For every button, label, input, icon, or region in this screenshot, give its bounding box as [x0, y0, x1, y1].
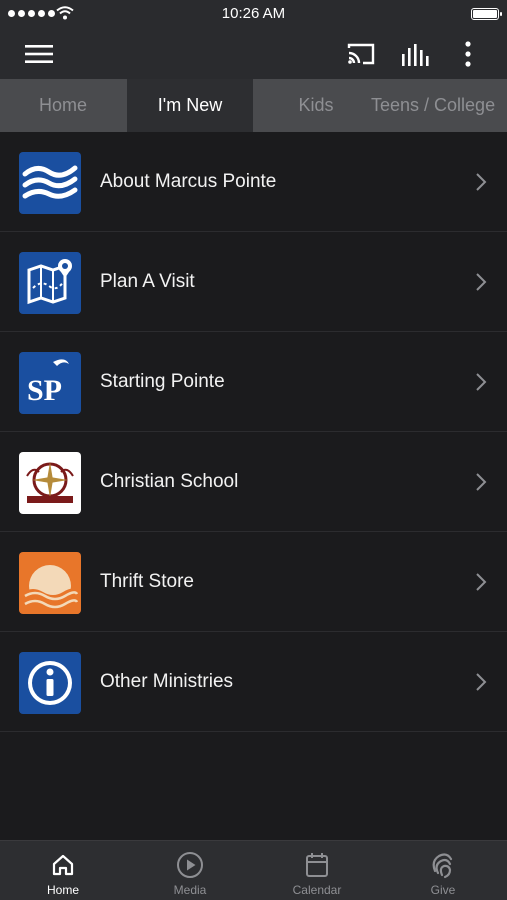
sp-logo-icon: SP — [19, 352, 81, 414]
tab-bar: Home I'm New Kids Teens / College — [0, 79, 507, 132]
give-icon — [432, 853, 453, 879]
chevron-right-icon — [476, 373, 487, 391]
list-item-thrift-store[interactable]: Thrift Store — [0, 532, 507, 632]
list-item-label: Thrift Store — [100, 571, 194, 592]
equalizer-bars-icon — [402, 43, 429, 66]
calendar-icon — [306, 853, 328, 877]
tab-home[interactable]: Home — [0, 79, 126, 132]
app-bar — [0, 28, 507, 79]
play-circle-icon — [177, 852, 203, 878]
hamburger-menu-button[interactable] — [18, 28, 60, 79]
list-item-christian-school[interactable]: Christian School — [0, 432, 507, 532]
chevron-right-icon — [476, 673, 487, 691]
list-item-other-ministries[interactable]: Other Ministries — [0, 632, 507, 732]
more-options-button[interactable] — [452, 28, 484, 79]
nav-label: Home — [46, 883, 79, 897]
school-crest-icon — [19, 452, 81, 514]
svg-text:SP: SP — [27, 374, 62, 407]
nav-calendar[interactable]: Calendar — [254, 841, 380, 900]
map-pin-icon — [19, 252, 81, 314]
list-item-starting-pointe[interactable]: SP Starting Pointe — [0, 332, 507, 432]
bottom-navigation: Home Media Calendar Give — [0, 840, 507, 900]
nav-give[interactable]: Give — [380, 841, 506, 900]
nav-label: Calendar — [292, 883, 342, 897]
list-item-label: Plan A Visit — [100, 271, 195, 292]
sunset-waves-icon — [19, 552, 81, 614]
list-item-label: Christian School — [100, 471, 239, 492]
tab-im-new[interactable]: I'm New — [127, 79, 253, 132]
status-bar: 10:26 AM — [0, 0, 507, 28]
list-item-label: Other Ministries — [100, 671, 234, 692]
audio-bars-button[interactable] — [395, 28, 437, 79]
chevron-right-icon — [476, 473, 487, 491]
nav-label: Give — [430, 883, 456, 897]
info-icon — [19, 652, 81, 714]
cast-icon — [347, 43, 375, 64]
status-time: 10:26 AM — [221, 5, 286, 22]
cast-button[interactable] — [340, 28, 382, 79]
nav-home[interactable]: Home — [0, 841, 126, 900]
more-vertical-icon — [465, 40, 471, 67]
list-item-about-marcus-pointe[interactable]: About Marcus Pointe — [0, 132, 507, 232]
battery-icon — [471, 8, 502, 20]
chevron-right-icon — [476, 173, 487, 191]
home-icon — [52, 854, 74, 876]
waves-logo-icon — [19, 152, 81, 214]
chevron-right-icon — [476, 273, 487, 291]
nav-label: Media — [173, 883, 207, 897]
chevron-right-icon — [476, 573, 487, 591]
nav-media[interactable]: Media — [127, 841, 253, 900]
content-list: About Marcus Pointe Plan A Visit SP Star… — [0, 132, 507, 732]
list-item-label: Starting Pointe — [100, 371, 225, 392]
tab-kids[interactable]: Kids — [253, 79, 379, 132]
list-item-plan-a-visit[interactable]: Plan A Visit — [0, 232, 507, 332]
tab-teens-college[interactable]: Teens / College — [371, 79, 507, 132]
hamburger-icon — [25, 44, 53, 63]
list-item-label: About Marcus Pointe — [100, 171, 277, 192]
